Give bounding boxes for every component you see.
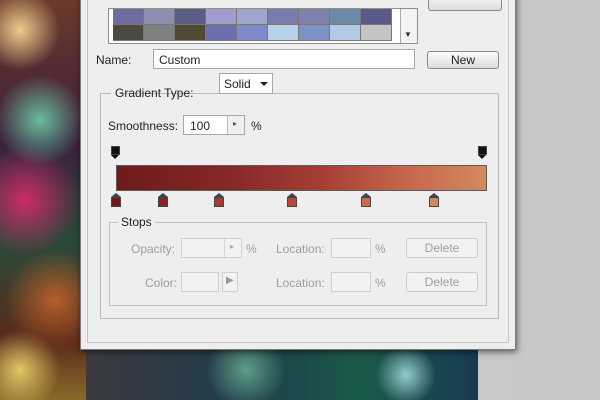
- preset-swatch[interactable]: [175, 9, 206, 25]
- color-stop-swatch: [287, 197, 297, 207]
- new-button[interactable]: New: [427, 51, 499, 69]
- background-artwork-left: [0, 0, 86, 400]
- opacity-stop-right[interactable]: [478, 146, 487, 159]
- opacity-stop-left[interactable]: [111, 146, 120, 159]
- opacity-input[interactable]: ▸: [181, 238, 242, 258]
- color-stop-swatch: [158, 197, 168, 207]
- opacity-stop-pointer: [111, 155, 119, 159]
- opacity-label: Opacity:: [131, 242, 176, 256]
- preset-swatch[interactable]: [237, 25, 268, 41]
- color-stop-swatch: [429, 197, 439, 207]
- smoothness-stepper[interactable]: ▸: [227, 116, 244, 134]
- opacity-stepper[interactable]: ▸: [224, 239, 241, 257]
- presets-row-1: [113, 9, 396, 25]
- preset-swatch[interactable]: [361, 9, 392, 25]
- preset-swatch[interactable]: [330, 25, 361, 41]
- preset-swatch[interactable]: [361, 25, 392, 41]
- scroll-down-icon[interactable]: ▼: [404, 30, 412, 39]
- name-label: Name:: [96, 53, 132, 67]
- color-stop[interactable]: [158, 193, 168, 207]
- color-label: Color:: [145, 276, 178, 290]
- color-stop[interactable]: [111, 193, 121, 207]
- gradient-group: Gradient Type: Solid Smoothness: 100 ▸ %: [100, 73, 499, 319]
- color-stop-swatch: [111, 197, 121, 207]
- name-input[interactable]: Custom: [153, 49, 415, 69]
- workspace-background: [515, 0, 600, 400]
- smoothness-label: Smoothness:: [108, 119, 179, 133]
- color-stop[interactable]: [361, 193, 371, 207]
- gradient-type-label: Gradient Type:: [115, 86, 194, 100]
- color-stop-swatch: [361, 197, 371, 207]
- preset-swatch[interactable]: [268, 25, 299, 41]
- top-button[interactable]: [428, 0, 502, 11]
- gradient-type-value: Solid: [224, 77, 251, 91]
- background-artwork-bottom: [86, 345, 478, 400]
- chevron-right-icon: ▸: [233, 119, 238, 128]
- color-stop-swatch: [214, 197, 224, 207]
- color-stop[interactable]: [429, 193, 439, 207]
- opacity-stop-swatch: [111, 146, 120, 155]
- color-picker-button[interactable]: ▶: [222, 272, 238, 292]
- preset-swatch[interactable]: [237, 9, 268, 25]
- preset-swatch[interactable]: [330, 9, 361, 25]
- color-stop[interactable]: [214, 193, 224, 207]
- color-location-input[interactable]: [331, 272, 371, 292]
- preset-swatch[interactable]: [299, 9, 330, 25]
- smoothness-input[interactable]: 100 ▸: [183, 115, 245, 135]
- color-swatch-input[interactable]: [181, 272, 219, 292]
- smoothness-unit: %: [251, 119, 262, 133]
- preset-swatch[interactable]: [113, 9, 144, 25]
- preset-swatch[interactable]: [175, 25, 206, 41]
- preset-swatch[interactable]: [144, 9, 175, 25]
- preset-swatch[interactable]: [268, 9, 299, 25]
- stops-group: Stops Opacity: ▸ % Location: % Delete Co…: [109, 215, 487, 306]
- color-location-label: Location:: [276, 276, 325, 290]
- opacity-location-unit: %: [375, 242, 386, 256]
- opacity-location-input[interactable]: [331, 238, 371, 258]
- chevron-right-icon: ▶: [226, 275, 234, 286]
- presets-grid[interactable]: ▼: [108, 8, 418, 44]
- presets-row-2: [113, 25, 396, 41]
- preset-swatch[interactable]: [113, 25, 144, 41]
- opacity-location-label: Location:: [276, 242, 325, 256]
- dialog-content: ▼ Name: Custom New Gradient Type: Solid …: [87, 0, 509, 343]
- smoothness-value: 100: [190, 119, 211, 133]
- opacity-stop-pointer: [478, 155, 486, 159]
- opacity-stop-swatch: [478, 146, 487, 155]
- gradient-preview-bar[interactable]: [116, 165, 487, 191]
- chevron-down-icon: [260, 82, 268, 86]
- gradient-type-select[interactable]: Solid: [219, 73, 273, 94]
- chevron-right-icon: ▸: [230, 242, 235, 251]
- delete-color-stop-button[interactable]: Delete: [406, 272, 478, 292]
- stops-legend: Stops: [118, 215, 155, 229]
- name-value: Custom: [159, 53, 201, 67]
- opacity-unit: %: [246, 242, 257, 256]
- preset-swatch[interactable]: [144, 25, 175, 41]
- delete-opacity-stop-button[interactable]: Delete: [406, 238, 478, 258]
- gradient-type-row: Gradient Type: Solid: [111, 73, 273, 106]
- color-location-unit: %: [375, 276, 386, 290]
- presets-scrollbar[interactable]: ▼: [400, 9, 417, 43]
- color-stop[interactable]: [287, 193, 297, 207]
- preset-swatch[interactable]: [206, 25, 237, 41]
- gradient-editor-dialog: ▼ Name: Custom New Gradient Type: Solid …: [80, 0, 516, 350]
- preset-swatch[interactable]: [206, 9, 237, 25]
- preset-swatch[interactable]: [299, 25, 330, 41]
